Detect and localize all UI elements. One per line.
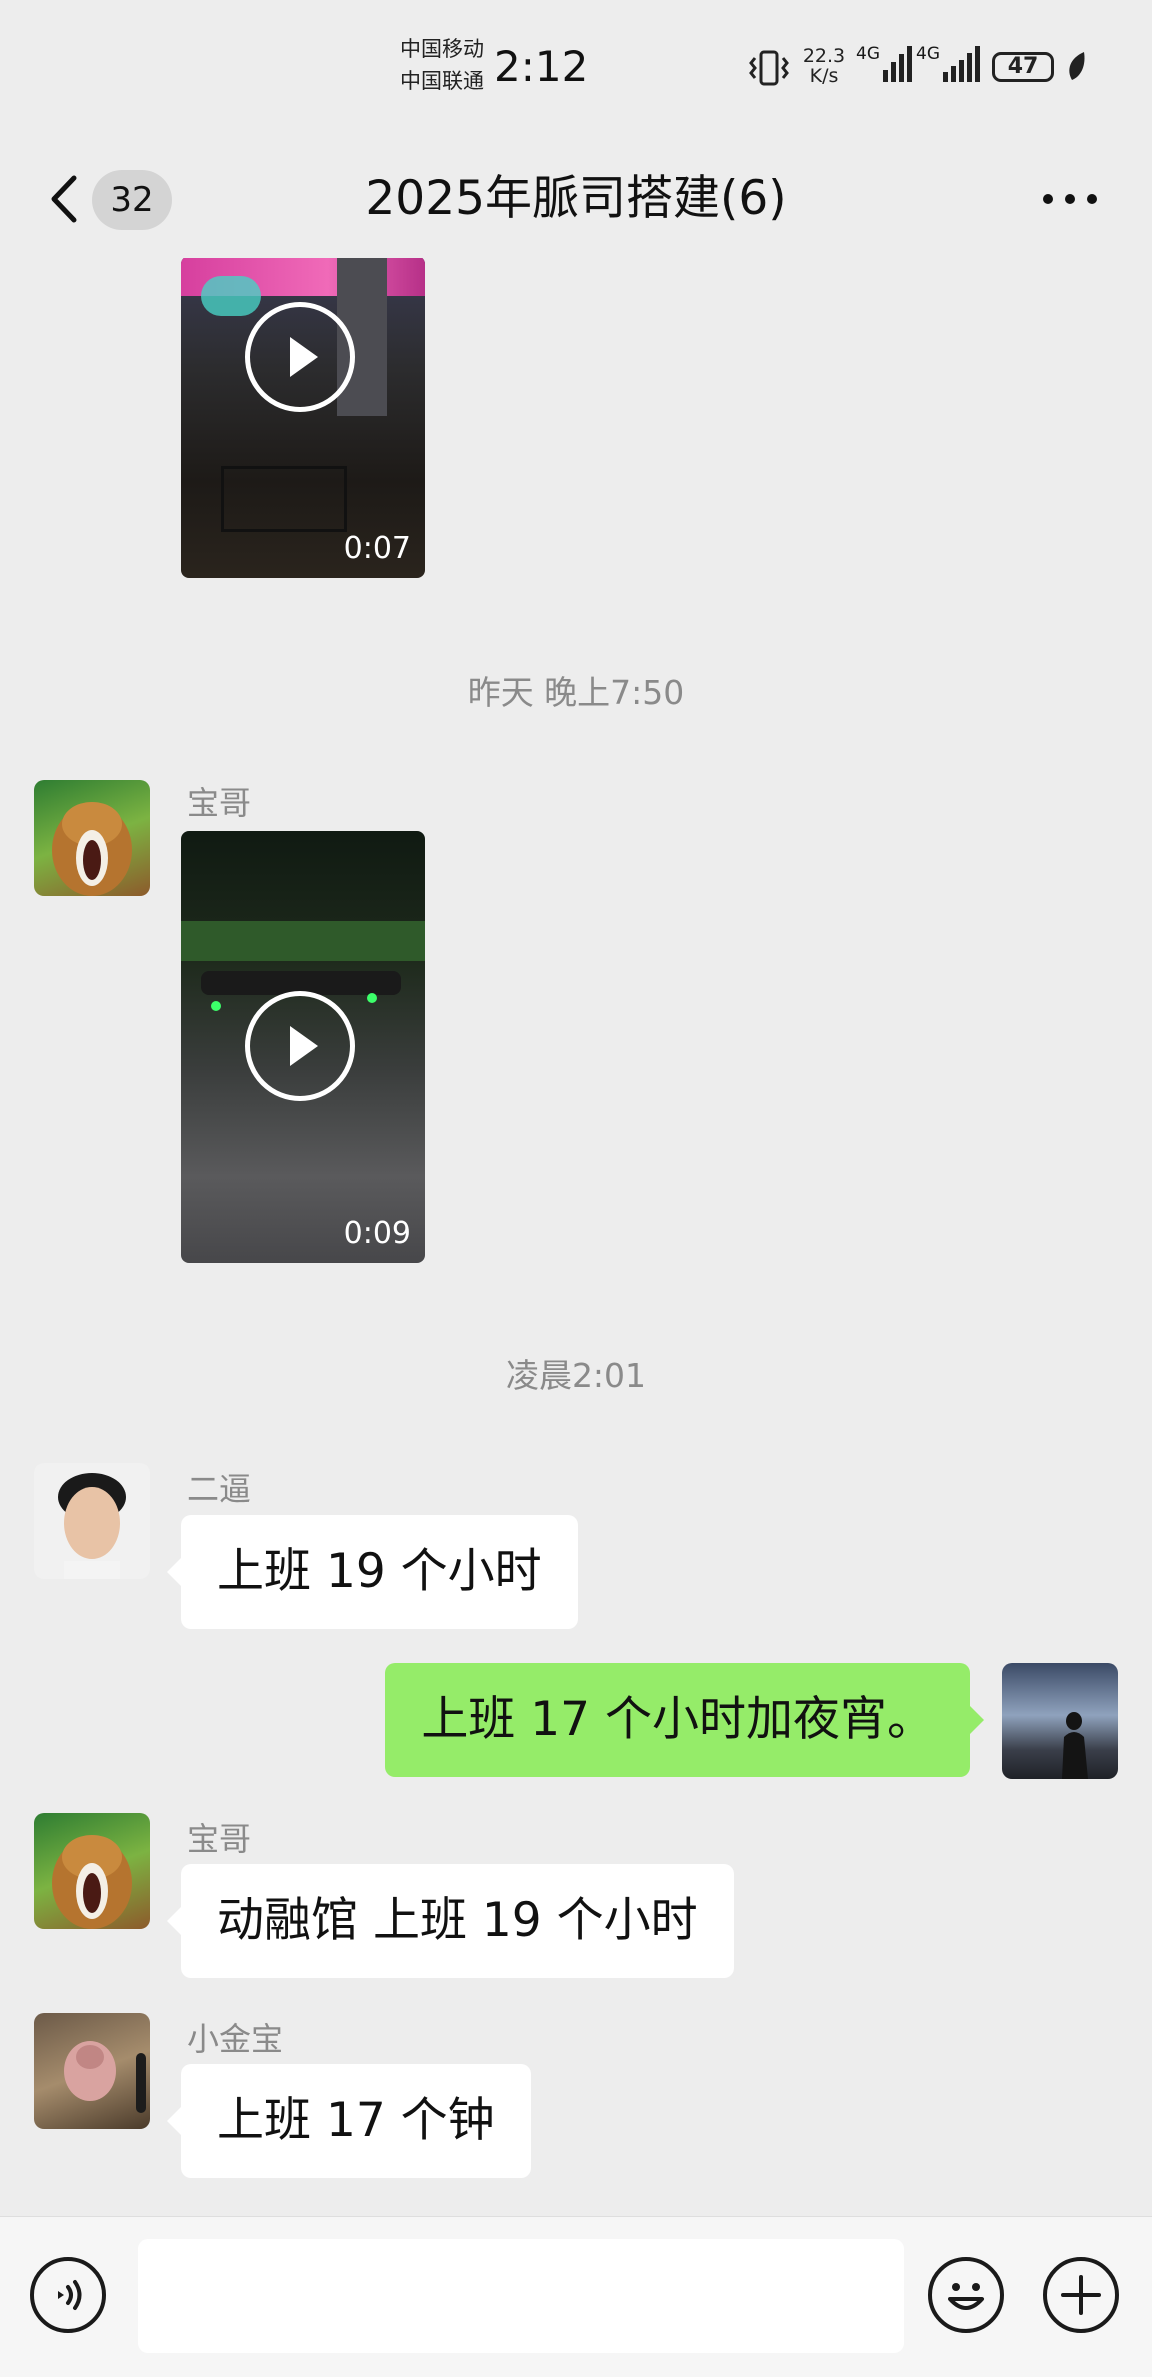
sender-name: 二逼 [187,1470,252,1508]
play-icon[interactable] [245,302,355,412]
emoji-icon[interactable] [928,2257,1004,2333]
battery-icon: 47 [992,52,1054,82]
chat-bubble[interactable]: 上班 17 个小时加夜宵。 [385,1663,984,1777]
avatar[interactable] [34,1813,150,1929]
chat-title: 2025年脈司搭建(6) [365,171,787,226]
signal-icon [943,46,980,82]
video-thumbnail [367,993,377,1003]
timestamp: 凌晨2:01 [505,1356,647,1395]
video-duration: 0:07 [343,531,411,566]
message-list[interactable]: 0:07 昨天 晚上7:50 宝哥 0:09 凌晨2:01 二逼 上班 19 个… [0,258,1152,2216]
sim1-network: 4G [856,44,880,64]
status-time: 2:12 [494,42,589,91]
signal-sim1: 4G [856,46,912,82]
carrier-1: 中国移动 [400,37,484,61]
avatar[interactable] [34,780,150,896]
avatar[interactable] [34,1463,150,1579]
input-bar [0,2216,1152,2377]
net-speed: 22.3 K/s [800,46,848,86]
video-thumbnail [221,466,347,532]
status-bar: 中国移动 中国联通 2:12 22.3 K/s 4G 4G 47 [0,0,1152,140]
leaf-icon [1064,50,1090,84]
unread-badge[interactable]: 32 [92,170,172,230]
carrier-2: 中国联通 [400,69,484,93]
net-speed-unit: K/s [809,65,839,87]
sender-name: 宝哥 [187,784,252,822]
video-message[interactable]: 0:09 [181,831,425,1263]
plus-icon[interactable] [1043,2257,1119,2333]
chat-bubble[interactable]: 上班 19 个小时 [167,1515,578,1629]
chat-bubble[interactable]: 动融馆 上班 19 个小时 [167,1864,734,1978]
net-speed-value: 22.3 [802,45,846,67]
vibrate-icon [748,48,790,88]
video-duration: 0:09 [343,1216,411,1251]
timestamp: 昨天 晚上7:50 [467,673,685,712]
message-input[interactable] [138,2239,904,2353]
sender-name: 小金宝 [187,2020,284,2058]
avatar[interactable] [34,2013,150,2129]
signal-icon [883,46,912,82]
more-dots-icon[interactable] [1040,184,1100,214]
chat-bubble[interactable]: 上班 17 个钟 [167,2064,531,2178]
video-message[interactable]: 0:07 [181,258,425,578]
chevron-left-icon[interactable] [40,174,90,224]
play-icon[interactable] [245,991,355,1101]
video-thumbnail [211,1001,221,1011]
sender-name: 宝哥 [187,1820,252,1858]
signal-sim2: 4G [916,46,980,82]
sim2-network: 4G [916,44,940,64]
voice-icon[interactable] [30,2257,106,2333]
avatar[interactable] [1002,1663,1118,1779]
nav-bar: 2025年脈司搭建(6) 32 [0,140,1152,258]
video-thumbnail [181,921,425,961]
